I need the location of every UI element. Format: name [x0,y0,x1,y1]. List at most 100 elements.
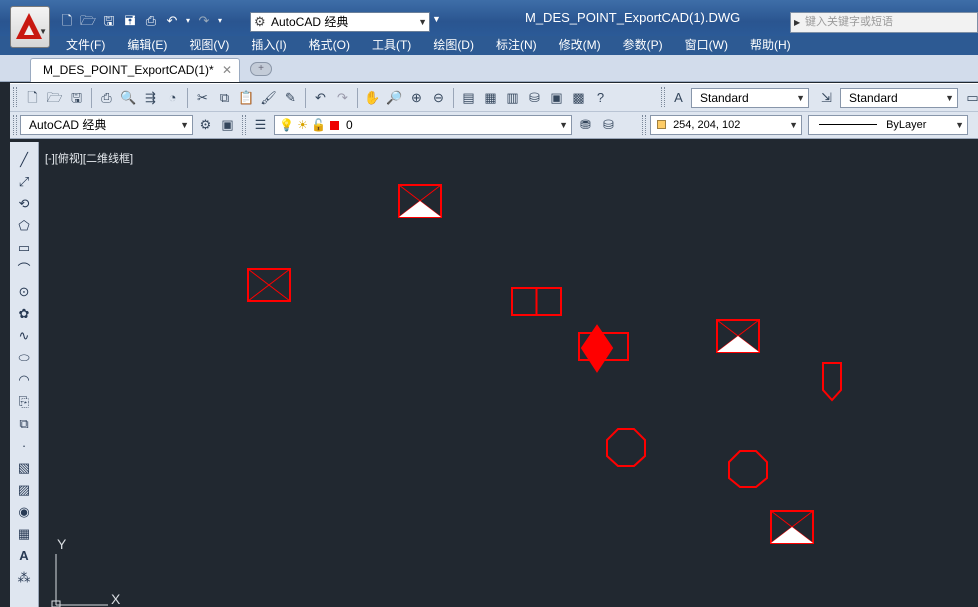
new-tab-button[interactable]: + [250,62,272,76]
cad-symbol-box-crossed[interactable] [247,268,291,302]
polyline-icon[interactable]: ⟲ [14,194,34,214]
drawing-svg[interactable]: Y X [40,142,978,607]
menu-format[interactable]: 格式(O) [309,36,350,55]
zoom-previous-icon[interactable]: ⊖ [428,88,449,108]
cad-symbol-double-box[interactable] [511,287,562,316]
menu-window[interactable]: 窗口(W) [685,36,728,55]
layer-select[interactable]: 💡 ☀ 🔓 0 ▼ [274,115,572,135]
save-as-icon[interactable]: 🖬 [121,12,139,30]
new-file-icon[interactable]: 🗋 [58,12,76,30]
region-icon[interactable]: ◉ [14,502,34,522]
undo-icon[interactable]: ↶ [310,88,331,108]
help-icon[interactable]: ? [590,88,611,108]
redo-icon[interactable]: ↷ [195,12,213,30]
color-select[interactable]: 254, 204, 102 ▼ [650,115,802,135]
toolbar-grip[interactable] [13,87,17,107]
publish-icon[interactable]: ⇶ [140,88,161,108]
drawing-canvas[interactable]: Y X [-][俯视][二维线框] [40,142,978,607]
menu-draw[interactable]: 绘图(D) [433,36,474,55]
toolbar-grip[interactable] [13,115,17,135]
arc-icon[interactable]: ⌒ [14,260,34,280]
new-file-icon[interactable]: 🗋 [22,88,43,108]
cad-symbol-pointer[interactable] [822,362,842,402]
plot-icon[interactable]: ⎙ [142,12,160,30]
text-style-icon[interactable]: A [668,88,689,108]
construction-line-icon[interactable]: ⤢ [14,172,34,192]
rectangle-icon[interactable]: ▭ [14,238,34,258]
save-icon[interactable]: 🖫 [100,12,118,30]
zoom-realtime-icon[interactable]: 🔎 [384,88,405,108]
table-style-icon[interactable]: ▭ [962,88,978,108]
cad-symbol-marker[interactable] [716,319,760,353]
workspace-select[interactable]: ⚙ AutoCAD 经典 ▼ [250,12,430,32]
cad-symbol-marker[interactable] [770,510,814,544]
layer-previous-icon[interactable]: ⛁ [598,115,619,135]
line-icon[interactable]: ╱ [14,150,34,170]
plot-preview-icon[interactable]: 🔍 [118,88,139,108]
polygon-icon[interactable]: ⬠ [14,216,34,236]
workspace-settings-icon[interactable]: ⚙ [195,115,216,135]
ellipse-arc-icon[interactable]: ◠ [14,370,34,390]
cad-symbol-octagon[interactable] [606,428,646,467]
tool-palettes-icon[interactable]: ▥ [502,88,523,108]
gradient-icon[interactable]: ▨ [14,480,34,500]
hatch-icon[interactable]: ▧ [14,458,34,478]
design-center-icon[interactable]: ▦ [480,88,501,108]
cad-symbol-box-diamond[interactable] [578,324,629,373]
cad-symbol-octagon[interactable] [728,450,768,488]
search-expand-icon[interactable]: ▶ [794,13,800,32]
ellipse-icon[interactable]: ⬭ [14,348,34,368]
application-menu-button[interactable]: ▼ [10,6,50,48]
open-file-icon[interactable]: 🗁 [79,12,97,30]
menu-insert[interactable]: 插入(I) [251,36,286,55]
customize-qat-icon[interactable]: ▼ [432,14,441,24]
linetype-select[interactable]: ByLayer ▼ [808,115,968,135]
menu-dimension[interactable]: 标注(N) [496,36,537,55]
menu-tools[interactable]: 工具(T) [372,36,411,55]
3d-dwf-icon[interactable]: ◔ [162,88,183,108]
workspace-toolbar-select[interactable]: AutoCAD 经典 ▼ [20,115,193,135]
make-current-layer-icon[interactable]: ⛃ [575,115,596,135]
copy-icon[interactable]: ⧉ [214,88,235,108]
multiline-text-icon[interactable]: A [14,546,34,566]
revision-cloud-icon[interactable]: ✿ [14,304,34,324]
markup-icon[interactable]: ▣ [546,88,567,108]
maximize-viewport-icon[interactable]: ▣ [217,115,238,135]
search-input[interactable]: ▶ 键入关键字或短语 [790,12,978,33]
close-icon[interactable]: ✕ [222,59,232,81]
pan-icon[interactable]: ✋ [362,88,383,108]
table-icon[interactable]: ▦ [14,524,34,544]
properties-icon[interactable]: ▤ [458,88,479,108]
menu-edit[interactable]: 编辑(E) [127,36,167,55]
cut-icon[interactable]: ✂ [192,88,213,108]
paste-icon[interactable]: 📋 [236,88,257,108]
dimension-style-select[interactable]: Standard ▼ [840,88,958,108]
save-icon[interactable]: 🖫 [66,88,87,108]
make-block-icon[interactable]: ⧉ [14,414,34,434]
toolbar-grip[interactable] [242,115,246,135]
viewport-controls-label[interactable]: [-][俯视][二维线框] [45,150,133,166]
redo-icon[interactable]: ↷ [332,88,353,108]
block-editor-icon[interactable]: ✎ [280,88,301,108]
add-selected-icon[interactable]: ⁂ [14,568,34,588]
undo-icon[interactable]: ↶ [163,12,181,30]
text-style-select[interactable]: Standard ▼ [691,88,809,108]
tab-document[interactable]: M_DES_POINT_ExportCAD(1)* ✕ [30,58,240,82]
spline-icon[interactable]: ∿ [14,326,34,346]
insert-block-icon[interactable]: ⎘ [14,392,34,412]
match-properties-icon[interactable]: 🖌 [258,88,279,108]
menu-file[interactable]: 文件(F) [66,36,105,55]
toolbar-grip[interactable] [642,115,646,135]
redo-dropdown-icon[interactable]: ▾ [216,12,224,30]
cad-symbol-marker[interactable] [398,184,442,218]
menu-parametric[interactable]: 参数(P) [623,36,663,55]
layer-properties-icon[interactable]: ☰ [250,115,271,135]
plot-icon[interactable]: ⎙ [96,88,117,108]
toolbar-grip[interactable] [661,87,665,107]
zoom-window-icon[interactable]: ⊕ [406,88,427,108]
menu-modify[interactable]: 修改(M) [559,36,601,55]
undo-dropdown-icon[interactable]: ▾ [184,12,192,30]
sheet-set-icon[interactable]: ⛁ [524,88,545,108]
point-icon[interactable]: · [14,436,34,456]
circle-icon[interactable]: ⊙ [14,282,34,302]
